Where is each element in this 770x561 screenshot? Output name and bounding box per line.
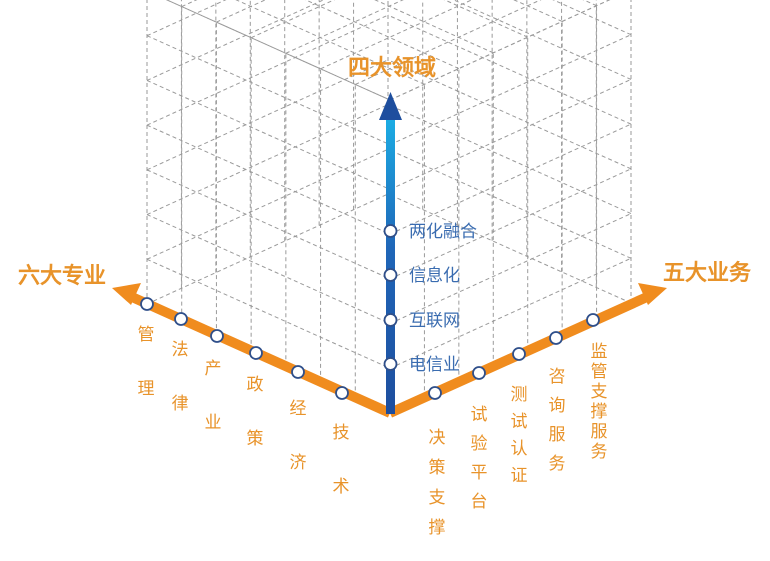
grid-line	[165, 0, 391, 101]
grid-line	[146, 193, 389, 305]
right-axis-markers: 决策支撑 试验平台 测试认证 咨询服务 监管支撑服务	[428, 313, 608, 538]
left-axis-marker	[210, 329, 224, 343]
right-axis-marker	[472, 366, 486, 380]
grid-line	[513, 0, 563, 22]
grid-line	[146, 148, 389, 260]
grid-line	[389, 0, 611, 101]
left-axis-label: 技术	[333, 423, 350, 497]
vertical-axis-label: 信息化	[409, 266, 460, 286]
grid-line	[146, 104, 389, 216]
left-axis-label: 法律	[172, 340, 189, 414]
left-axis-label: 政策	[247, 375, 264, 449]
vertical-axis-marker	[383, 313, 398, 327]
vertical-axis-marker	[383, 357, 398, 371]
grid-line	[216, 0, 267, 23]
right-axis-marker	[586, 313, 600, 327]
right-axis-label: 咨询服务	[549, 367, 566, 474]
grid-line	[389, 34, 632, 146]
vertical-axis-label: 电信业	[409, 355, 460, 375]
right-axis-marker	[428, 386, 442, 400]
grid-line	[165, 0, 391, 101]
left-axis-label: 产业	[205, 359, 222, 433]
vertical-axis-label: 互联网	[409, 311, 460, 331]
right-axis-marker	[512, 347, 526, 361]
title-left: 六大专业	[18, 263, 106, 289]
right-axis-label: 试验平台	[471, 405, 488, 512]
grid-line	[389, 123, 632, 235]
right-axis-label: 监管支撑服务	[591, 342, 608, 462]
left-axis-marker	[249, 346, 263, 360]
left-axis-marker	[335, 386, 349, 400]
grid-line	[389, 0, 611, 101]
grid-line	[389, 78, 632, 190]
left-axis-marker	[140, 297, 154, 311]
grid-line	[250, 0, 335, 39]
left-axis-label: 经济	[290, 399, 307, 473]
domain-cube-diagram: 管理法律产业政策经济技术 决策支撑 试验平台 测试认证 咨询服务 监管支撑服务 电信业 互…	[18, 0, 752, 538]
right-axis-label: 测试认证	[511, 385, 528, 486]
vertical-axis-label: 两化融合	[409, 222, 477, 242]
grid-line	[146, 214, 391, 325]
vertical-axis-marker	[383, 268, 398, 282]
right-axis-marker	[549, 331, 563, 345]
right-axis-label: 决策支撑	[429, 428, 446, 538]
vertical-axis-marker	[383, 224, 398, 238]
left-axis-markers: 管理法律产业政策经济技术	[138, 297, 350, 497]
title-top: 四大领域	[348, 55, 436, 81]
grid-line	[374, 0, 494, 54]
left-axis-label: 管理	[138, 325, 155, 399]
title-right: 五大业务	[663, 261, 752, 286]
left-axis-marker	[291, 365, 305, 379]
left-axis-marker	[174, 312, 188, 326]
